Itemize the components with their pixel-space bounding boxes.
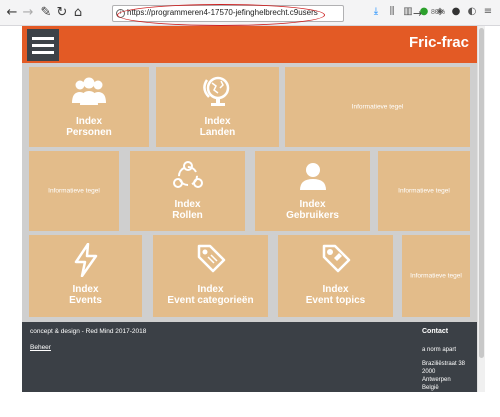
tile-informatieve-3[interactable]: Informatieve tegel bbox=[378, 151, 470, 231]
tile-subtitle: Event topics bbox=[305, 295, 366, 306]
home-icon[interactable]: ⌂ bbox=[70, 5, 86, 21]
info-tile-text: Informatieve tegel bbox=[398, 187, 450, 195]
brand-title[interactable]: Fric-frac bbox=[409, 34, 469, 51]
info-tile-text: Informatieve tegel bbox=[48, 187, 100, 195]
tile-title: Index bbox=[299, 199, 326, 210]
user-icon bbox=[300, 163, 326, 190]
tile-index-landen[interactable]: Index Landen bbox=[156, 67, 279, 147]
reload-icon[interactable]: ↻ bbox=[54, 5, 70, 21]
info-tile-text: Informatieve tegel bbox=[351, 103, 404, 111]
account-icon[interactable]: ◐ bbox=[466, 6, 478, 18]
tile-informatieve-1[interactable]: Informatieve tegel bbox=[285, 67, 470, 147]
tile-index-event-topics[interactable]: Index Event topics bbox=[278, 235, 393, 317]
page-scrollbar[interactable] bbox=[477, 26, 485, 392]
beheer-link[interactable]: Beheer bbox=[30, 344, 51, 351]
back-button[interactable]: ← bbox=[4, 5, 20, 21]
tile-index-event-categorieen[interactable]: Index Event categorieën bbox=[153, 235, 268, 317]
tile-informatieve-4[interactable]: Informatieve tegel bbox=[402, 235, 470, 317]
contact-heading: Contact bbox=[422, 328, 449, 335]
browser-toolbar: ← → ✎ ↻ ⌂ i https://programmeren4-17570-… bbox=[0, 0, 500, 26]
tag-icon bbox=[197, 244, 226, 273]
site-footer: concept & design - Red Mind 2017-2018 Be… bbox=[22, 322, 477, 392]
tile-index-gebruikers[interactable]: Index Gebruikers bbox=[255, 151, 370, 231]
tile-informatieve-2[interactable]: Informatieve tegel bbox=[29, 151, 119, 231]
contact-country: België bbox=[422, 385, 439, 391]
tile-subtitle: Rollen bbox=[172, 210, 203, 221]
red-annotation-ellipse bbox=[117, 4, 325, 26]
tile-index-events[interactable]: Index Events bbox=[29, 235, 142, 317]
sidebar-icon[interactable]: ▥ bbox=[402, 6, 414, 18]
tile-index-rollen[interactable]: Index Rollen bbox=[130, 151, 245, 231]
tile-title: Index bbox=[322, 284, 349, 295]
extension-dark-icon[interactable]: ● bbox=[450, 6, 462, 18]
tile-title: Index bbox=[197, 284, 224, 295]
lightning-icon bbox=[74, 243, 98, 277]
page-content: Fric-frac Index Personen Index Landen Info… bbox=[22, 26, 477, 392]
extension-green-icon[interactable]: ● bbox=[418, 6, 430, 18]
tile-title: Index bbox=[174, 199, 201, 210]
network-icon bbox=[173, 161, 203, 188]
tag-diamond-icon bbox=[322, 244, 351, 273]
wrench-icon[interactable]: ✎ bbox=[38, 5, 54, 21]
tile-subtitle: Events bbox=[69, 295, 102, 306]
footer-credit: concept & design - Red Mind 2017-2018 bbox=[30, 328, 147, 335]
forward-button[interactable]: → bbox=[20, 5, 36, 21]
info-tile-text: Informatieve tegel bbox=[410, 272, 462, 280]
contact-company: a norm apart bbox=[422, 347, 457, 353]
tile-index-personen[interactable]: Index Personen bbox=[29, 67, 149, 147]
download-icon[interactable]: ⤓ bbox=[370, 6, 382, 18]
scrollbar-thumb[interactable] bbox=[479, 28, 484, 358]
contact-city: Antwerpen bbox=[422, 377, 451, 383]
tile-subtitle: Event categorieën bbox=[167, 295, 254, 306]
tile-title: Index bbox=[72, 284, 99, 295]
tile-title: Index bbox=[204, 116, 231, 127]
tile-subtitle: Gebruikers bbox=[286, 210, 339, 221]
globe-icon bbox=[203, 76, 230, 106]
shield-icon[interactable]: ◈ bbox=[434, 6, 446, 18]
hamburger-menu-button[interactable] bbox=[27, 29, 59, 61]
library-icon[interactable]: ⫼ bbox=[386, 6, 398, 18]
tile-subtitle: Personen bbox=[66, 127, 112, 138]
site-header: Fric-frac bbox=[22, 26, 477, 63]
contact-postcode: 2000 bbox=[422, 369, 436, 375]
menu-icon[interactable]: ≡ bbox=[482, 6, 494, 18]
tile-title: Index bbox=[75, 116, 103, 127]
tile-subtitle: Landen bbox=[199, 127, 236, 138]
people-icon bbox=[72, 77, 106, 105]
contact-street: Braziliëstraat 38 bbox=[422, 361, 466, 367]
